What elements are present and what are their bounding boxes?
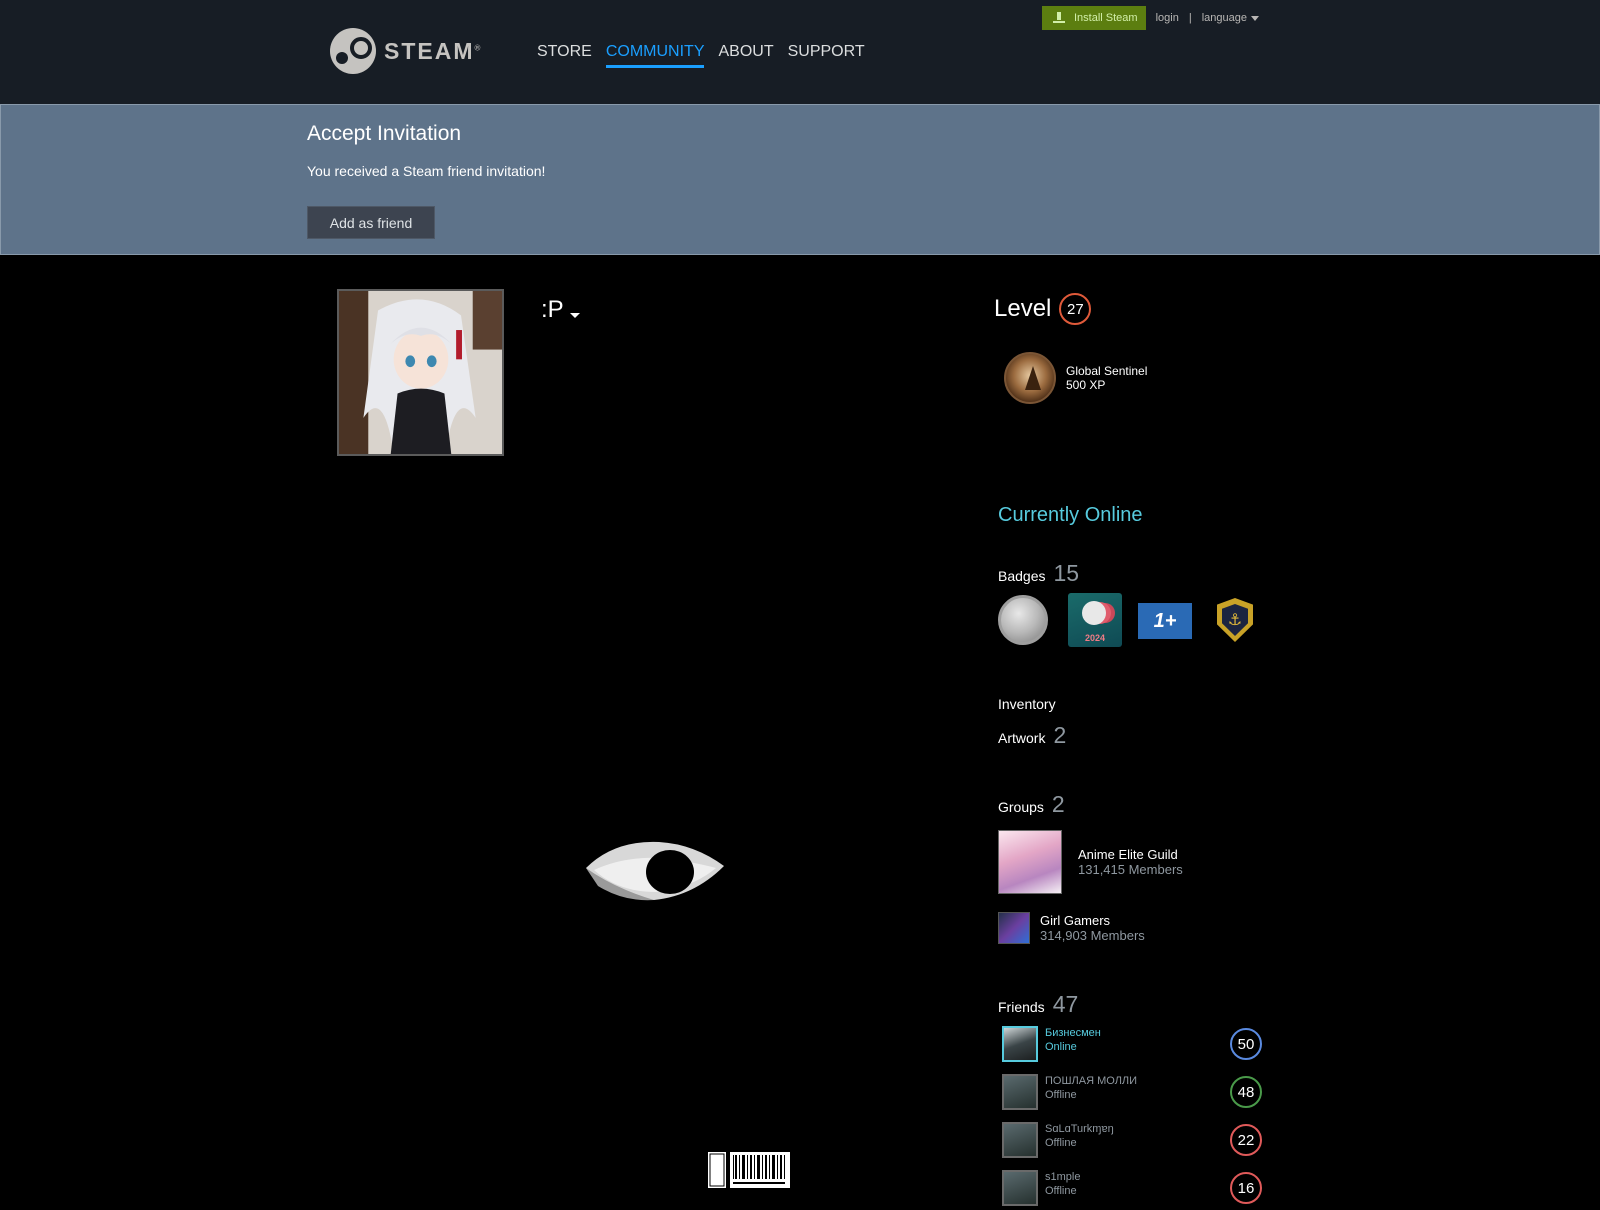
friends-header[interactable]: Friends 47 <box>998 991 1078 1018</box>
group-name: Girl Gamers <box>1040 913 1111 928</box>
nav-community[interactable]: COMMUNITY <box>605 43 705 68</box>
group-item[interactable]: Anime Elite Guild 131,415 Members <box>998 830 1183 894</box>
badge-2024[interactable]: 2024 <box>1068 593 1122 647</box>
profile-level: Level 27 <box>994 293 1092 325</box>
badge-1plus[interactable]: 1+ <box>1138 593 1192 647</box>
group-avatar <box>998 912 1030 944</box>
inventory-label: Inventory <box>998 696 1056 712</box>
steam-2024-badge-icon <box>1082 601 1106 625</box>
friend-avatar <box>1002 1026 1038 1062</box>
badge-anchor[interactable]: ⚓ <box>1208 593 1262 647</box>
persona-name-dropdown[interactable]: :P <box>541 296 580 324</box>
profile-avatar <box>337 289 504 456</box>
years-of-service-badge-icon: 1+ <box>1138 603 1192 639</box>
install-steam-button[interactable]: Install Steam <box>1042 6 1146 30</box>
add-as-friend-button[interactable]: Add as friend <box>307 206 435 239</box>
badges-list: 2024 1+ ⚓ <box>998 593 1262 647</box>
nav-support[interactable]: SUPPORT <box>788 43 865 68</box>
badges-header[interactable]: Badges 15 <box>998 560 1079 587</box>
friend-avatar <box>1002 1122 1038 1158</box>
favorite-badge-info: Global Sentinel 500 XP <box>1066 364 1147 392</box>
level-label: Level <box>994 295 1052 322</box>
friend-level: 48 <box>1230 1076 1262 1108</box>
badge-2024-text: 2024 <box>1084 633 1106 643</box>
invitation-title: Accept Invitation <box>307 122 462 145</box>
friend-status: Offline <box>1045 1089 1077 1101</box>
steam-logo[interactable]: STEAM® <box>330 28 482 74</box>
group-name: Anime Elite Guild <box>1078 847 1178 862</box>
friend-name: ПОШЛАЯ МОЛЛИ <box>1045 1075 1138 1087</box>
favorite-badge-name: Global Sentinel <box>1066 364 1148 378</box>
friend-name: SɑLɑTurkɱɐŋ <box>1045 1123 1114 1135</box>
steam-logo-text: STEAM® <box>384 37 483 64</box>
groups-count: 2 <box>1051 791 1065 817</box>
invitation-banner: Accept Invitation You received a Steam f… <box>0 104 1600 255</box>
friend-item[interactable]: SɑLɑTurkɱɐŋ Offline 22 <box>1002 1122 1264 1162</box>
friend-avatar <box>1002 1170 1038 1206</box>
friend-item[interactable]: ПОШЛАЯ МОЛЛИ Offline 48 <box>1002 1074 1264 1114</box>
main-nav: STORE COMMUNITY ABOUT SUPPORT <box>537 43 865 68</box>
barcode-icon <box>708 1152 790 1188</box>
chevron-down-icon <box>569 313 580 318</box>
install-steam-label: Install Steam <box>1074 12 1138 24</box>
badge-silver[interactable] <box>998 593 1052 647</box>
groups-label: Groups <box>998 799 1044 815</box>
friend-name: s1mple <box>1045 1171 1081 1183</box>
language-dropdown[interactable]: language <box>1202 12 1259 24</box>
friend-item[interactable]: Бизнесмен Online 50 <box>1002 1026 1264 1066</box>
friend-level: 22 <box>1230 1124 1262 1156</box>
artwork-count: 2 <box>1053 722 1067 748</box>
chevron-down-icon <box>1250 15 1259 21</box>
invitation-message: You received a Steam friend invitation! <box>307 163 546 179</box>
friend-status: Offline <box>1045 1137 1077 1149</box>
friend-status: Online <box>1045 1041 1077 1053</box>
action-separator: | <box>1188 12 1192 24</box>
anchor-icon: ⚓ <box>1222 604 1248 636</box>
group-members: 314,903 Members <box>1040 928 1145 943</box>
artwork-header[interactable]: Artwork 2 <box>998 722 1066 749</box>
anchor-shield-badge-icon: ⚓ <box>1217 598 1253 642</box>
eye-artwork-icon <box>586 841 724 901</box>
online-status: Currently Online <box>998 504 1143 526</box>
friend-item[interactable]: s1mple Offline 16 <box>1002 1170 1264 1210</box>
artwork-label: Artwork <box>998 730 1046 746</box>
friends-label: Friends <box>998 999 1045 1015</box>
group-info: Girl Gamers 314,903 Members <box>1040 913 1145 943</box>
friend-status: Offline <box>1045 1185 1077 1197</box>
language-label: language <box>1201 12 1247 24</box>
steam-logo-icon <box>330 28 376 74</box>
group-item[interactable]: Girl Gamers 314,903 Members <box>998 912 1145 944</box>
group-avatar <box>998 830 1062 894</box>
level-value: 27 <box>1059 293 1092 325</box>
badges-label: Badges <box>998 568 1046 584</box>
friend-name: Бизнесмен <box>1045 1027 1101 1039</box>
download-icon <box>1052 12 1066 24</box>
persona-name: :P <box>541 296 564 323</box>
favorite-badge-xp: 500 XP <box>1066 378 1106 392</box>
favorite-badge[interactable]: Global Sentinel 500 XP <box>1004 352 1147 404</box>
friend-level: 16 <box>1230 1172 1262 1204</box>
friend-level: 50 <box>1230 1028 1262 1060</box>
silver-coin-badge-icon <box>998 595 1048 645</box>
group-info: Anime Elite Guild 131,415 Members <box>1078 847 1183 877</box>
nav-about[interactable]: ABOUT <box>718 43 773 68</box>
friends-count: 47 <box>1052 991 1079 1017</box>
login-link[interactable]: login <box>1156 12 1179 24</box>
inventory-link[interactable]: Inventory <box>998 696 1056 712</box>
avatar-image-icon <box>339 291 502 454</box>
nav-store[interactable]: STORE <box>537 43 592 68</box>
global-actions: Install Steam login | language <box>1042 6 1259 30</box>
groups-header[interactable]: Groups 2 <box>998 791 1065 818</box>
group-members: 131,415 Members <box>1078 862 1183 877</box>
friend-avatar <box>1002 1074 1038 1110</box>
global-sentinel-badge-icon <box>1004 352 1056 404</box>
badges-count: 15 <box>1053 560 1080 586</box>
global-header: STEAM® STORE COMMUNITY ABOUT SUPPORT Ins… <box>0 0 1600 104</box>
